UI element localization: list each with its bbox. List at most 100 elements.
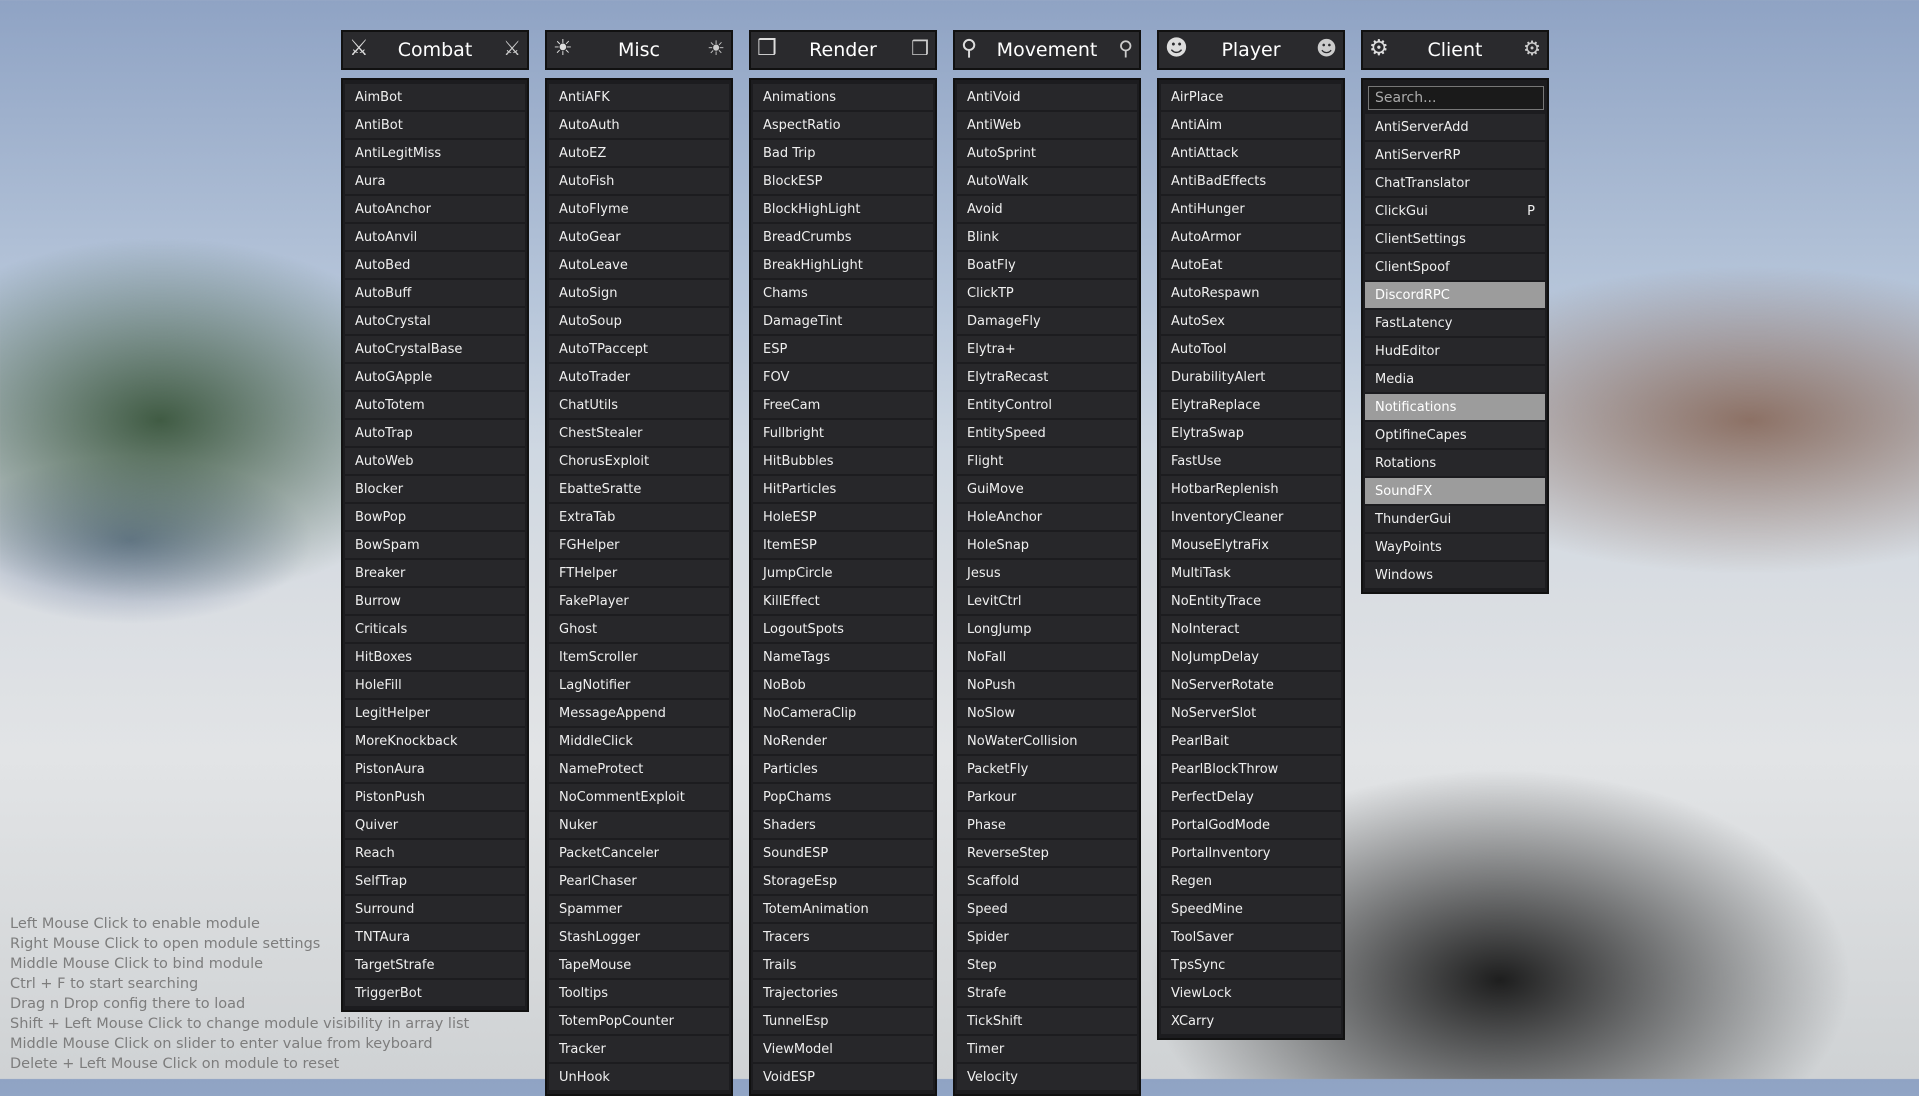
module-antivoid[interactable]: AntiVoid: [957, 84, 1137, 110]
module-fghelper[interactable]: FGHelper: [549, 532, 729, 558]
module-totemanimation[interactable]: TotemAnimation: [753, 896, 933, 922]
module-soundfx[interactable]: SoundFX: [1365, 478, 1545, 504]
module-tracers[interactable]: Tracers: [753, 924, 933, 950]
module-optifinecapes[interactable]: OptifineCapes: [1365, 422, 1545, 448]
panel-header-movement[interactable]: ⚲ ⚲ Movement: [953, 30, 1141, 70]
module-autogear[interactable]: AutoGear: [549, 224, 729, 250]
module-packetcanceler[interactable]: PacketCanceler: [549, 840, 729, 866]
module-aimbot[interactable]: AimBot: [345, 84, 525, 110]
module-norender[interactable]: NoRender: [753, 728, 933, 754]
module-autosoup[interactable]: AutoSoup: [549, 308, 729, 334]
module-nofall[interactable]: NoFall: [957, 644, 1137, 670]
module-timer[interactable]: Timer: [957, 1036, 1137, 1062]
module-autowalk[interactable]: AutoWalk: [957, 168, 1137, 194]
module-autoflyme[interactable]: AutoFlyme: [549, 196, 729, 222]
module-trails[interactable]: Trails: [753, 952, 933, 978]
module-legithelper[interactable]: LegitHelper: [345, 700, 525, 726]
module-nointeract[interactable]: NoInteract: [1161, 616, 1341, 642]
module-animations[interactable]: Animations: [753, 84, 933, 110]
module-airplace[interactable]: AirPlace: [1161, 84, 1341, 110]
module-hudeditor[interactable]: HudEditor: [1365, 338, 1545, 364]
module-autoauth[interactable]: AutoAuth: [549, 112, 729, 138]
module-chorusexploit[interactable]: ChorusExploit: [549, 448, 729, 474]
module-autosex[interactable]: AutoSex: [1161, 308, 1341, 334]
module-stashlogger[interactable]: StashLogger: [549, 924, 729, 950]
module-portalinventory[interactable]: PortalInventory: [1161, 840, 1341, 866]
module-autofish[interactable]: AutoFish: [549, 168, 729, 194]
module-autobed[interactable]: AutoBed: [345, 252, 525, 278]
module-damagetint[interactable]: DamageTint: [753, 308, 933, 334]
module-shaders[interactable]: Shaders: [753, 812, 933, 838]
module-spider[interactable]: Spider: [957, 924, 1137, 950]
module-tracker[interactable]: Tracker: [549, 1036, 729, 1062]
module-pearlbait[interactable]: PearlBait: [1161, 728, 1341, 754]
module-clientspoof[interactable]: ClientSpoof: [1365, 254, 1545, 280]
module-guimove[interactable]: GuiMove: [957, 476, 1137, 502]
module-itemesp[interactable]: ItemESP: [753, 532, 933, 558]
module-longjump[interactable]: LongJump: [957, 616, 1137, 642]
module-autoarmor[interactable]: AutoArmor: [1161, 224, 1341, 250]
module-pearlblockthrow[interactable]: PearlBlockThrow: [1161, 756, 1341, 782]
module-chams[interactable]: Chams: [753, 280, 933, 306]
module-waypoints[interactable]: WayPoints: [1365, 534, 1545, 560]
module-bowpop[interactable]: BowPop: [345, 504, 525, 530]
module-autoweb[interactable]: AutoWeb: [345, 448, 525, 474]
module-hotbarreplenish[interactable]: HotbarReplenish: [1161, 476, 1341, 502]
module-bad-trip[interactable]: Bad Trip: [753, 140, 933, 166]
module-particles[interactable]: Particles: [753, 756, 933, 782]
module-flight[interactable]: Flight: [957, 448, 1137, 474]
module-autoanvil[interactable]: AutoAnvil: [345, 224, 525, 250]
module-antiserverrp[interactable]: AntiServerRP: [1365, 142, 1545, 168]
module-ghost[interactable]: Ghost: [549, 616, 729, 642]
module-aspectratio[interactable]: AspectRatio: [753, 112, 933, 138]
module-fullbright[interactable]: Fullbright: [753, 420, 933, 446]
module-breakhighlight[interactable]: BreakHighLight: [753, 252, 933, 278]
module-antiafk[interactable]: AntiAFK: [549, 84, 729, 110]
module-autoeat[interactable]: AutoEat: [1161, 252, 1341, 278]
module-parkour[interactable]: Parkour: [957, 784, 1137, 810]
module-itemscroller[interactable]: ItemScroller: [549, 644, 729, 670]
module-pearlchaser[interactable]: PearlChaser: [549, 868, 729, 894]
module-ebattesratte[interactable]: EbatteSratte: [549, 476, 729, 502]
module-holefill[interactable]: HoleFill: [345, 672, 525, 698]
module-autocrystal[interactable]: AutoCrystal: [345, 308, 525, 334]
module-nowatercollision[interactable]: NoWaterCollision: [957, 728, 1137, 754]
module-chattranslator[interactable]: ChatTranslator: [1365, 170, 1545, 196]
module-autorespawn[interactable]: AutoRespawn: [1161, 280, 1341, 306]
module-entityspeed[interactable]: EntitySpeed: [957, 420, 1137, 446]
module-discordrpc[interactable]: DiscordRPC: [1365, 282, 1545, 308]
module-holeanchor[interactable]: HoleAnchor: [957, 504, 1137, 530]
module-hitbubbles[interactable]: HitBubbles: [753, 448, 933, 474]
module-fakeplayer[interactable]: FakePlayer: [549, 588, 729, 614]
module-killeffect[interactable]: KillEffect: [753, 588, 933, 614]
module-autotrader[interactable]: AutoTrader: [549, 364, 729, 390]
module-hitparticles[interactable]: HitParticles: [753, 476, 933, 502]
module-nobob[interactable]: NoBob: [753, 672, 933, 698]
module-trajectories[interactable]: Trajectories: [753, 980, 933, 1006]
module-autosprint[interactable]: AutoSprint: [957, 140, 1137, 166]
module-elytraswap[interactable]: ElytraSwap: [1161, 420, 1341, 446]
module-rotations[interactable]: Rotations: [1365, 450, 1545, 476]
module-reversestep[interactable]: ReverseStep: [957, 840, 1137, 866]
module-entitycontrol[interactable]: EntityControl: [957, 392, 1137, 418]
module-autototem[interactable]: AutoTotem: [345, 392, 525, 418]
module-viewmodel[interactable]: ViewModel: [753, 1036, 933, 1062]
module-mouseelytrafix[interactable]: MouseElytraFix: [1161, 532, 1341, 558]
module-unhook[interactable]: UnHook: [549, 1064, 729, 1090]
module-boatfly[interactable]: BoatFly: [957, 252, 1137, 278]
module-antibadeffects[interactable]: AntiBadEffects: [1161, 168, 1341, 194]
module-blockhighlight[interactable]: BlockHighLight: [753, 196, 933, 222]
module-phase[interactable]: Phase: [957, 812, 1137, 838]
module-autobuff[interactable]: AutoBuff: [345, 280, 525, 306]
module-chatutils[interactable]: ChatUtils: [549, 392, 729, 418]
module-thundergui[interactable]: ThunderGui: [1365, 506, 1545, 532]
module-breadcrumbs[interactable]: BreadCrumbs: [753, 224, 933, 250]
module-soundesp[interactable]: SoundESP: [753, 840, 933, 866]
module-pistonaura[interactable]: PistonAura: [345, 756, 525, 782]
module-speedmine[interactable]: SpeedMine: [1161, 896, 1341, 922]
module-hitboxes[interactable]: HitBoxes: [345, 644, 525, 670]
panel-header-client[interactable]: ⚙ ⚙ Client: [1361, 30, 1549, 70]
module-nocameraclip[interactable]: NoCameraClip: [753, 700, 933, 726]
module-tpssync[interactable]: TpsSync: [1161, 952, 1341, 978]
module-aura[interactable]: Aura: [345, 168, 525, 194]
